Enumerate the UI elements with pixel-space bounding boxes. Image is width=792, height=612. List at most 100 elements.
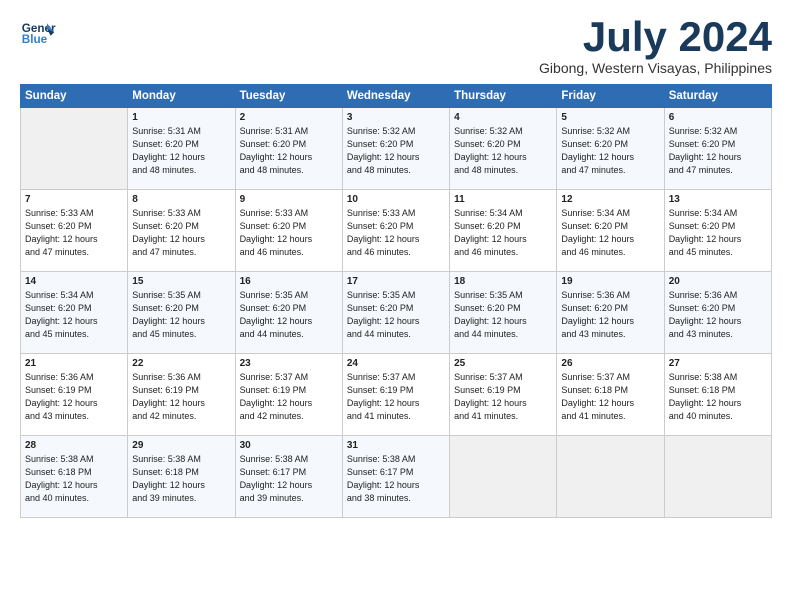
day-number: 25 xyxy=(454,358,552,369)
day-info: Sunrise: 5:38 AM Sunset: 6:18 PM Dayligh… xyxy=(25,453,123,505)
day-info: Sunrise: 5:37 AM Sunset: 6:18 PM Dayligh… xyxy=(561,371,659,423)
header-row: SundayMondayTuesdayWednesdayThursdayFrid… xyxy=(21,85,772,108)
page: General Blue July 2024 Gibong, Western V… xyxy=(0,0,792,528)
header: General Blue July 2024 Gibong, Western V… xyxy=(20,16,772,76)
day-info: Sunrise: 5:33 AM Sunset: 6:20 PM Dayligh… xyxy=(132,207,230,259)
day-number: 12 xyxy=(561,194,659,205)
day-info: Sunrise: 5:34 AM Sunset: 6:20 PM Dayligh… xyxy=(25,289,123,341)
day-cell: 7 Sunrise: 5:33 AM Sunset: 6:20 PM Daylig… xyxy=(21,190,128,272)
day-info: Sunrise: 5:36 AM Sunset: 6:19 PM Dayligh… xyxy=(25,371,123,423)
day-cell: 24 Sunrise: 5:37 AM Sunset: 6:19 PM Dayli… xyxy=(342,354,449,436)
day-info: Sunrise: 5:36 AM Sunset: 6:19 PM Dayligh… xyxy=(132,371,230,423)
day-info: Sunrise: 5:33 AM Sunset: 6:20 PM Dayligh… xyxy=(347,207,445,259)
day-cell: 3 Sunrise: 5:32 AM Sunset: 6:20 PM Daylig… xyxy=(342,108,449,190)
header-cell-monday: Monday xyxy=(128,85,235,108)
day-info: Sunrise: 5:33 AM Sunset: 6:20 PM Dayligh… xyxy=(25,207,123,259)
logo-icon: General Blue xyxy=(20,16,56,52)
day-info: Sunrise: 5:34 AM Sunset: 6:20 PM Dayligh… xyxy=(454,207,552,259)
week-row-5: 28 Sunrise: 5:38 AM Sunset: 6:18 PM Dayli… xyxy=(21,436,772,518)
day-info: Sunrise: 5:31 AM Sunset: 6:20 PM Dayligh… xyxy=(240,125,338,177)
day-cell: 26 Sunrise: 5:37 AM Sunset: 6:18 PM Dayli… xyxy=(557,354,664,436)
day-cell: 8 Sunrise: 5:33 AM Sunset: 6:20 PM Daylig… xyxy=(128,190,235,272)
day-info: Sunrise: 5:38 AM Sunset: 6:17 PM Dayligh… xyxy=(347,453,445,505)
day-info: Sunrise: 5:32 AM Sunset: 6:20 PM Dayligh… xyxy=(454,125,552,177)
day-cell: 15Sunrise: 5:35 AM Sunset: 6:20 PM Dayli… xyxy=(128,272,235,354)
day-info: Sunrise: 5:32 AM Sunset: 6:20 PM Dayligh… xyxy=(561,125,659,177)
day-cell: 30 Sunrise: 5:38 AM Sunset: 6:17 PM Dayli… xyxy=(235,436,342,518)
day-cell: 1Sunrise: 5:31 AM Sunset: 6:20 PM Daylig… xyxy=(128,108,235,190)
day-cell xyxy=(557,436,664,518)
day-number: 20 xyxy=(669,276,767,287)
header-cell-sunday: Sunday xyxy=(21,85,128,108)
day-number: 28 xyxy=(25,440,123,451)
day-info: Sunrise: 5:38 AM Sunset: 6:18 PM Dayligh… xyxy=(132,453,230,505)
day-cell: 14 Sunrise: 5:34 AM Sunset: 6:20 PM Dayli… xyxy=(21,272,128,354)
title-block: July 2024 Gibong, Western Visayas, Phili… xyxy=(539,16,772,76)
day-info: Sunrise: 5:32 AM Sunset: 6:20 PM Dayligh… xyxy=(347,125,445,177)
day-number: 24 xyxy=(347,358,445,369)
header-cell-thursday: Thursday xyxy=(450,85,557,108)
day-number: 5 xyxy=(561,112,659,123)
day-info: Sunrise: 5:37 AM Sunset: 6:19 PM Dayligh… xyxy=(347,371,445,423)
day-number: 16 xyxy=(240,276,338,287)
day-info: Sunrise: 5:38 AM Sunset: 6:17 PM Dayligh… xyxy=(240,453,338,505)
day-number: 11 xyxy=(454,194,552,205)
day-cell: 2 Sunrise: 5:31 AM Sunset: 6:20 PM Daylig… xyxy=(235,108,342,190)
day-info: Sunrise: 5:31 AM Sunset: 6:20 PM Dayligh… xyxy=(132,125,230,177)
header-cell-wednesday: Wednesday xyxy=(342,85,449,108)
day-info: Sunrise: 5:36 AM Sunset: 6:20 PM Dayligh… xyxy=(561,289,659,341)
calendar-table: SundayMondayTuesdayWednesdayThursdayFrid… xyxy=(20,84,772,518)
day-number: 18 xyxy=(454,276,552,287)
day-info: Sunrise: 5:35 AM Sunset: 6:20 PM Dayligh… xyxy=(454,289,552,341)
day-info: Sunrise: 5:32 AM Sunset: 6:20 PM Dayligh… xyxy=(669,125,767,177)
day-number: 30 xyxy=(240,440,338,451)
day-number: 4 xyxy=(454,112,552,123)
day-cell: 29Sunrise: 5:38 AM Sunset: 6:18 PM Dayli… xyxy=(128,436,235,518)
day-info: Sunrise: 5:37 AM Sunset: 6:19 PM Dayligh… xyxy=(240,371,338,423)
location-subtitle: Gibong, Western Visayas, Philippines xyxy=(539,60,772,76)
day-number: 14 xyxy=(25,276,123,287)
day-number: 9 xyxy=(240,194,338,205)
day-info: Sunrise: 5:33 AM Sunset: 6:20 PM Dayligh… xyxy=(240,207,338,259)
day-cell: 25Sunrise: 5:37 AM Sunset: 6:19 PM Dayli… xyxy=(450,354,557,436)
day-cell: 27Sunrise: 5:38 AM Sunset: 6:18 PM Dayli… xyxy=(664,354,771,436)
day-cell: 22 Sunrise: 5:36 AM Sunset: 6:19 PM Dayli… xyxy=(128,354,235,436)
day-number: 6 xyxy=(669,112,767,123)
day-number: 13 xyxy=(669,194,767,205)
day-cell: 9 Sunrise: 5:33 AM Sunset: 6:20 PM Daylig… xyxy=(235,190,342,272)
day-number: 26 xyxy=(561,358,659,369)
day-number: 8 xyxy=(132,194,230,205)
day-cell: 13 Sunrise: 5:34 AM Sunset: 6:20 PM Dayli… xyxy=(664,190,771,272)
logo: General Blue xyxy=(20,16,56,52)
day-info: Sunrise: 5:36 AM Sunset: 6:20 PM Dayligh… xyxy=(669,289,767,341)
day-info: Sunrise: 5:34 AM Sunset: 6:20 PM Dayligh… xyxy=(669,207,767,259)
day-cell: 23Sunrise: 5:37 AM Sunset: 6:19 PM Dayli… xyxy=(235,354,342,436)
week-row-4: 21 Sunrise: 5:36 AM Sunset: 6:19 PM Dayli… xyxy=(21,354,772,436)
day-cell: 20 Sunrise: 5:36 AM Sunset: 6:20 PM Dayli… xyxy=(664,272,771,354)
day-cell: 10 Sunrise: 5:33 AM Sunset: 6:20 PM Dayli… xyxy=(342,190,449,272)
day-cell xyxy=(450,436,557,518)
day-cell: 6 Sunrise: 5:32 AM Sunset: 6:20 PM Daylig… xyxy=(664,108,771,190)
day-cell: 12Sunrise: 5:34 AM Sunset: 6:20 PM Dayli… xyxy=(557,190,664,272)
day-cell: 5 Sunrise: 5:32 AM Sunset: 6:20 PM Daylig… xyxy=(557,108,664,190)
day-cell: 21 Sunrise: 5:36 AM Sunset: 6:19 PM Dayli… xyxy=(21,354,128,436)
day-cell xyxy=(664,436,771,518)
day-number: 15 xyxy=(132,276,230,287)
day-number: 22 xyxy=(132,358,230,369)
week-row-3: 14 Sunrise: 5:34 AM Sunset: 6:20 PM Dayli… xyxy=(21,272,772,354)
svg-text:Blue: Blue xyxy=(22,33,48,46)
day-cell: 16Sunrise: 5:35 AM Sunset: 6:20 PM Dayli… xyxy=(235,272,342,354)
day-number: 19 xyxy=(561,276,659,287)
header-cell-tuesday: Tuesday xyxy=(235,85,342,108)
day-number: 27 xyxy=(669,358,767,369)
day-cell: 11 Sunrise: 5:34 AM Sunset: 6:20 PM Dayli… xyxy=(450,190,557,272)
day-number: 10 xyxy=(347,194,445,205)
day-number: 21 xyxy=(25,358,123,369)
day-number: 7 xyxy=(25,194,123,205)
week-row-2: 7 Sunrise: 5:33 AM Sunset: 6:20 PM Daylig… xyxy=(21,190,772,272)
day-cell xyxy=(21,108,128,190)
day-number: 3 xyxy=(347,112,445,123)
week-row-1: 1Sunrise: 5:31 AM Sunset: 6:20 PM Daylig… xyxy=(21,108,772,190)
day-number: 31 xyxy=(347,440,445,451)
day-number: 2 xyxy=(240,112,338,123)
